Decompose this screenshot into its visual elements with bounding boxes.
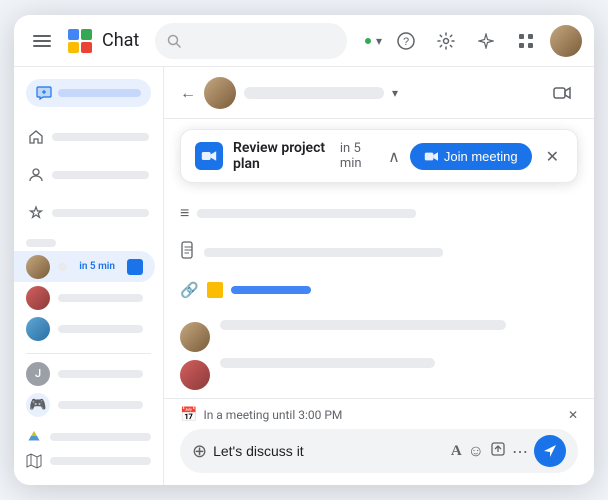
message-row-1 (180, 320, 578, 352)
video-call-icon[interactable] (546, 77, 578, 109)
message-text-bar (220, 358, 435, 368)
message-row-file (180, 235, 578, 269)
sidebar-item-label-bar (58, 325, 143, 333)
document-icon: ≡ (180, 203, 189, 223)
expand-meeting-icon[interactable]: ∧ (388, 147, 400, 166)
paperclip-icon: 🔗 (180, 281, 199, 299)
join-meeting-button[interactable]: Join meeting (410, 143, 532, 170)
new-chat-button[interactable] (26, 79, 151, 107)
more-options-icon[interactable]: ⋯ (512, 442, 528, 461)
spacer (180, 311, 578, 314)
chat-header-actions (546, 77, 578, 109)
yellow-square-icon (207, 282, 223, 298)
app-window: Chat ▾ ? (14, 15, 594, 485)
message-avatar-1 (180, 322, 210, 352)
sidebar-item-people[interactable] (14, 157, 163, 193)
chevron-down-icon[interactable]: ▾ (392, 86, 398, 100)
format-text-icon[interactable]: A (451, 443, 462, 460)
meeting-title: Review project plan (233, 140, 330, 172)
sidebar-item-chat-emoji[interactable]: 🎮 (14, 390, 155, 421)
meeting-status-close-button[interactable]: ✕ (568, 408, 578, 422)
meet-icon-box (195, 142, 223, 170)
send-button[interactable] (534, 435, 566, 467)
meeting-time: in 5 min (340, 141, 376, 171)
meeting-status-bar: 📅 In a meeting until 3:00 PM ✕ (180, 407, 578, 423)
meet-badge-icon (127, 259, 143, 275)
meeting-status-text: In a meeting until 3:00 PM (203, 408, 342, 422)
messages-area: ≡ 🔗 (164, 189, 594, 398)
status-dot (363, 36, 373, 46)
sidebar-item-maps[interactable] (26, 453, 151, 469)
chat-avatar-1 (26, 255, 50, 279)
chat-header: ← ▾ (164, 67, 594, 119)
chat-header-name-bar (244, 87, 384, 99)
sidebar-item-chat-J[interactable]: J (14, 358, 155, 389)
message-row-attach: 🔗 (180, 275, 578, 305)
settings-icon[interactable] (430, 25, 462, 57)
drive-label-bar (50, 433, 151, 441)
input-row: ⊕ A ☺ ⋯ (180, 429, 578, 473)
message-row-icons: ≡ (180, 197, 578, 229)
message-avatar-2 (180, 360, 210, 390)
message-bar (204, 248, 443, 257)
menu-icon[interactable] (26, 25, 58, 57)
new-chat-label-bar (58, 89, 141, 97)
main-layout: in 5 min J 🎮 (14, 67, 594, 485)
chat-avatar-3 (26, 317, 50, 341)
upload-icon[interactable] (490, 441, 506, 461)
sidebar-item-chat-3[interactable] (14, 314, 155, 345)
sidebar-item-chat-2[interactable] (14, 282, 155, 313)
help-icon[interactable]: ? (390, 25, 422, 57)
sidebar-item-starred[interactable] (14, 195, 163, 231)
sidebar-item-drive[interactable] (26, 429, 151, 445)
add-attachment-button[interactable]: ⊕ (192, 441, 207, 462)
back-button[interactable]: ← (180, 83, 196, 103)
chat-area: ← ▾ (164, 67, 594, 485)
message-input[interactable] (213, 443, 445, 459)
message-content-2 (220, 358, 578, 368)
meeting-banner: Review project plan in 5 min ∧ Join meet… (180, 129, 578, 183)
top-bar: Chat ▾ ? (14, 15, 594, 67)
search-bar[interactable] (155, 23, 347, 59)
chat-header-avatar (204, 77, 236, 109)
sidebar-item-label-bar (58, 401, 143, 409)
ai-sparkle-icon[interactable] (470, 25, 502, 57)
close-meeting-banner-button[interactable]: ✕ (542, 143, 563, 170)
sidebar-item-label-bar (58, 263, 67, 271)
user-avatar[interactable] (550, 25, 582, 57)
chat-input-area: 📅 In a meeting until 3:00 PM ✕ ⊕ A ☺ (164, 398, 594, 485)
input-actions: A ☺ ⋯ (451, 441, 528, 461)
sidebar-badge: in 5 min (75, 260, 119, 273)
chat-avatar-letter-J: J (26, 362, 50, 386)
file-icon (180, 241, 196, 263)
maps-label-bar (50, 457, 151, 465)
sidebar-label-bar (52, 171, 149, 179)
message-text-bar (220, 320, 506, 330)
status-indicator[interactable]: ▾ (363, 34, 382, 48)
sidebar: in 5 min J 🎮 (14, 67, 164, 485)
sidebar-item-chat-1[interactable]: in 5 min (14, 251, 155, 282)
message-row-2 (180, 358, 578, 390)
sidebar-item-label-bar (58, 370, 143, 378)
message-bar (197, 209, 416, 218)
app-title: Chat (102, 30, 139, 51)
emoji-icon[interactable]: ☺ (468, 441, 484, 461)
blue-bar (231, 286, 311, 294)
sidebar-label-bar (52, 133, 149, 141)
sidebar-section-header-chat (14, 235, 163, 251)
google-chat-logo (66, 27, 94, 55)
svg-text:?: ? (403, 36, 409, 48)
chat-avatar-2 (26, 286, 50, 310)
sidebar-item-label-bar (58, 294, 143, 302)
grid-icon[interactable] (510, 25, 542, 57)
message-content-1 (220, 320, 578, 330)
chat-avatar-emoji: 🎮 (26, 393, 50, 417)
top-bar-actions: ▾ ? (363, 25, 582, 57)
sidebar-icon-section (14, 115, 163, 235)
calendar-icon: 📅 (180, 407, 197, 423)
sidebar-item-home[interactable] (14, 119, 163, 155)
sidebar-label-bar (52, 209, 149, 217)
